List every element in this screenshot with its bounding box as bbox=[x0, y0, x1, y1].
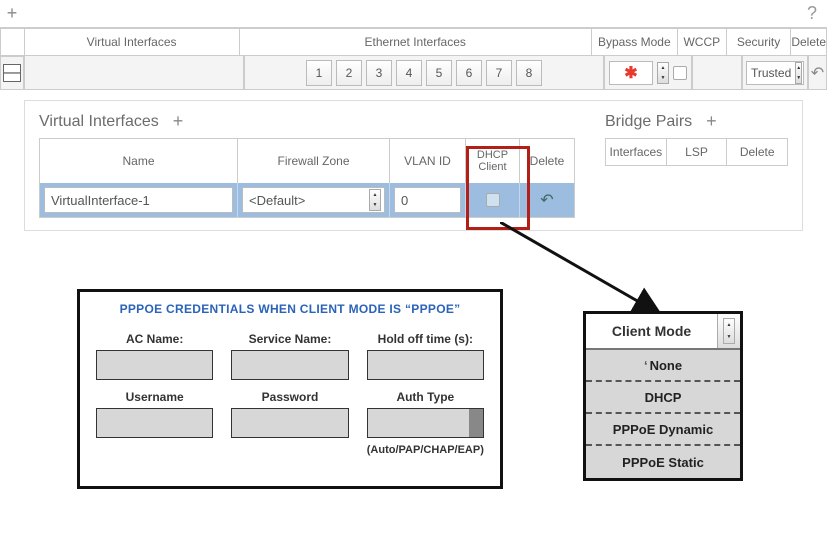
vi-col-delete: Delete bbox=[520, 139, 574, 183]
asterisk-icon: ✱ bbox=[624, 63, 637, 83]
service-name-input[interactable] bbox=[231, 350, 348, 380]
header-security: Security bbox=[727, 29, 792, 55]
bypass-stepper[interactable]: ▲▼ bbox=[657, 62, 669, 84]
port-6[interactable]: 6 bbox=[456, 60, 482, 86]
security-stepper[interactable]: ▲▼ bbox=[795, 62, 802, 84]
ac-name-label: AC Name: bbox=[96, 332, 213, 346]
header-bypass-mode: Bypass Mode bbox=[592, 29, 678, 55]
ethernet-ports: 1 2 3 4 5 6 7 8 bbox=[244, 56, 604, 90]
vi-zone-select[interactable]: <Default> ▲▼ bbox=[242, 187, 385, 213]
port-3[interactable]: 3 bbox=[366, 60, 392, 86]
collapse-toggle[interactable]: — bbox=[0, 56, 24, 90]
password-label: Password bbox=[231, 390, 348, 404]
port-5[interactable]: 5 bbox=[426, 60, 452, 86]
security-value: Trusted bbox=[751, 66, 791, 80]
username-label: Username bbox=[96, 390, 213, 404]
hold-off-label: Hold off time (s): bbox=[367, 332, 484, 346]
client-mode-option-none[interactable]: None bbox=[586, 350, 740, 382]
password-input[interactable] bbox=[231, 408, 348, 438]
add-virtual-interface-icon[interactable]: + bbox=[173, 111, 184, 132]
header-wccp: WCCP bbox=[678, 29, 727, 55]
pppoe-title: PPPOE CREDENTIALS WHEN CLIENT MODE IS “P… bbox=[96, 302, 484, 316]
header-delete: Delete bbox=[791, 29, 826, 55]
ac-name-input[interactable] bbox=[96, 350, 213, 380]
vi-col-dhcp: DHCP Client bbox=[466, 139, 520, 183]
client-mode-option-dhcp[interactable]: DHCP bbox=[586, 382, 740, 414]
service-name-label: Service Name: bbox=[231, 332, 348, 346]
vi-col-vlan: VLAN ID bbox=[390, 139, 466, 183]
client-mode-stepper[interactable]: ▲▼ bbox=[718, 314, 740, 348]
client-mode-dropdown: Client Mode ▲▼ None DHCP PPPoE Dynamic P… bbox=[583, 311, 743, 481]
virtual-interfaces-title: Virtual Interfaces bbox=[39, 113, 159, 131]
add-bridge-pair-icon[interactable]: + bbox=[706, 111, 717, 132]
bp-col-delete: Delete bbox=[727, 139, 787, 165]
pppoe-credentials-panel: PPPOE CREDENTIALS WHEN CLIENT MODE IS “P… bbox=[77, 289, 503, 489]
hold-off-input[interactable] bbox=[367, 350, 484, 380]
client-mode-option-pppoe-dynamic[interactable]: PPPoE Dynamic bbox=[586, 414, 740, 446]
bp-col-lsp: LSP bbox=[667, 139, 728, 165]
minus-icon: — bbox=[3, 64, 21, 82]
bridge-pairs-title: Bridge Pairs bbox=[605, 113, 692, 131]
port-1[interactable]: 1 bbox=[306, 60, 332, 86]
vi-dhcp-checkbox[interactable] bbox=[486, 193, 500, 207]
zone-stepper[interactable]: ▲▼ bbox=[369, 189, 381, 211]
auth-type-hint: (Auto/PAP/CHAP/EAP) bbox=[367, 444, 484, 456]
bypass-mode-select[interactable]: ✱ bbox=[609, 61, 653, 85]
port-7[interactable]: 7 bbox=[486, 60, 512, 86]
client-mode-label: Client Mode bbox=[586, 314, 718, 348]
virtual-interface-row: VirtualInterface-1 <Default> ▲▼ 0 ↶ bbox=[40, 183, 574, 217]
vi-col-name: Name bbox=[40, 139, 238, 183]
vi-col-zone: Firewall Zone bbox=[238, 139, 390, 183]
vi-name-input[interactable]: VirtualInterface-1 bbox=[44, 187, 233, 213]
vi-vlan-input[interactable]: 0 bbox=[394, 187, 461, 213]
client-mode-option-pppoe-static[interactable]: PPPoE Static bbox=[586, 446, 740, 478]
add-icon[interactable]: + bbox=[0, 3, 24, 24]
port-4[interactable]: 4 bbox=[396, 60, 422, 86]
undo-icon[interactable]: ↶ bbox=[811, 63, 824, 83]
vi-undo-icon[interactable]: ↶ bbox=[540, 190, 553, 210]
bypass-checkbox[interactable] bbox=[673, 66, 687, 80]
columns-header: Virtual Interfaces Ethernet Interfaces B… bbox=[0, 28, 827, 56]
help-icon[interactable]: ? bbox=[803, 3, 827, 24]
auth-type-label: Auth Type bbox=[367, 390, 484, 404]
header-virtual-interfaces: Virtual Interfaces bbox=[25, 29, 240, 55]
username-input[interactable] bbox=[96, 408, 213, 438]
bp-col-interfaces: Interfaces bbox=[606, 139, 667, 165]
auth-type-select[interactable] bbox=[367, 408, 484, 438]
security-select[interactable]: Trusted ▲▼ bbox=[746, 61, 804, 85]
header-ethernet-interfaces: Ethernet Interfaces bbox=[240, 29, 592, 55]
port-8[interactable]: 8 bbox=[516, 60, 542, 86]
port-2[interactable]: 2 bbox=[336, 60, 362, 86]
